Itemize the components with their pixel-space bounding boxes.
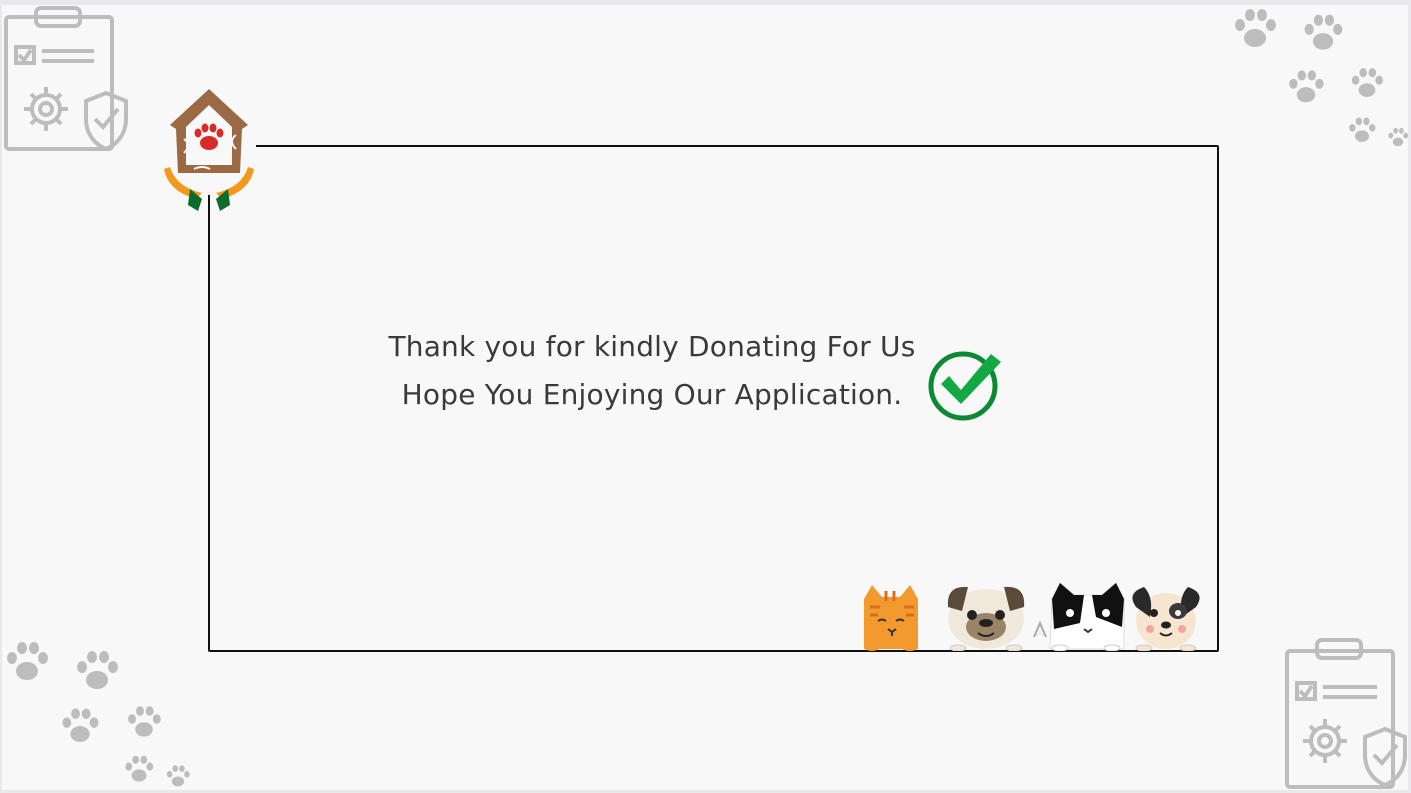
pet-shelter-logo: [162, 89, 256, 211]
paw-print-icon: [1388, 127, 1408, 147]
donation-success-page: Thank you for kindly Donating For Us Hop…: [2, 5, 1408, 790]
peeking-pets-illustration: [864, 582, 1200, 651]
pug-dog: [947, 586, 1025, 651]
thank-you-message: Thank you for kindly Donating For Us Hop…: [382, 323, 922, 419]
paw-print-icon: [1304, 14, 1343, 50]
message-line-1: Thank you for kindly Donating For Us: [388, 330, 916, 363]
paw-print-icon: [166, 765, 190, 787]
paw-print-icon: [125, 755, 154, 782]
clipboard-settings-icon: [1285, 638, 1407, 789]
orange-cat: [864, 585, 918, 651]
check-circle-icon: [928, 351, 1001, 421]
paw-print-icon: [128, 706, 161, 737]
paw-print-icon: [1235, 9, 1276, 47]
paw-print-icon: [7, 642, 48, 680]
paw-print-icon: [62, 708, 99, 742]
clipboard-settings-icon: [4, 6, 128, 152]
paw-print-icon: [77, 651, 118, 689]
paw-print-icon: [1349, 117, 1376, 142]
paw-print-icon: [1351, 68, 1383, 97]
tuxedo-cat: [1033, 582, 1125, 651]
message-line-2: Hope You Enjoying Our Application.: [401, 378, 903, 411]
paw-print-icon: [1289, 70, 1324, 103]
spotted-dog: [1132, 587, 1200, 651]
